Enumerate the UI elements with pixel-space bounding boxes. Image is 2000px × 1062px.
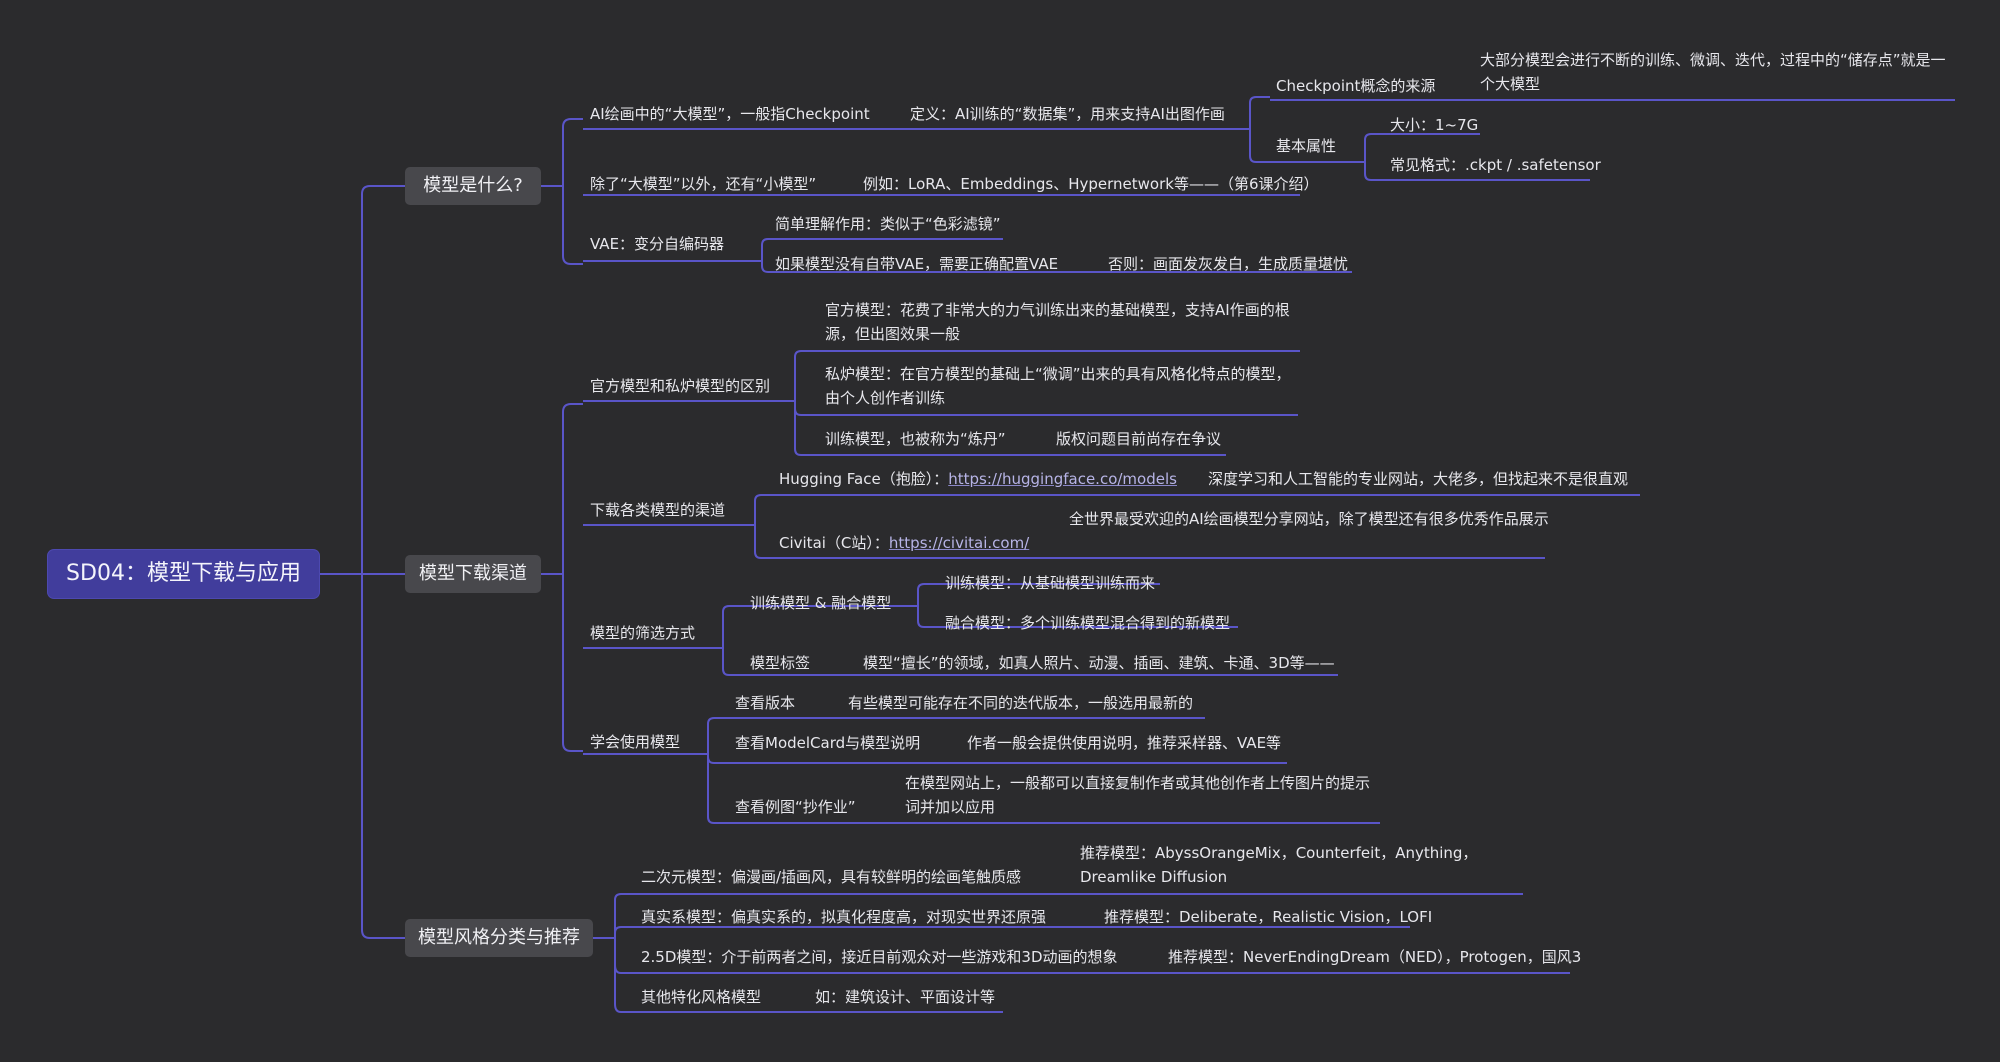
- node-vae-config[interactable]: 如果模型没有自带VAE，需要正确配置VAE: [775, 252, 1058, 276]
- node-official-model[interactable]: 官方模型：花费了非常大的力气训练出来的基础模型，支持AI作画的根源，但出图效果一…: [825, 298, 1305, 346]
- node-trained-merged[interactable]: 训练模型 & 融合模型: [750, 591, 891, 615]
- node-merged-model[interactable]: 融合模型：多个训练模型混合得到的新模型: [945, 611, 1230, 635]
- node-training-alchemy[interactable]: 训练模型，也被称为“炼丹”: [825, 427, 1006, 451]
- node-definition[interactable]: 定义：AI训练的“数据集”，用来支持AI出图作画: [910, 102, 1225, 126]
- branch-what-is-model[interactable]: 模型是什么?: [405, 167, 541, 205]
- node-trained-model[interactable]: 训练模型：从基础模型训练而来: [945, 571, 1155, 595]
- root-node[interactable]: SD04：模型下载与应用: [48, 550, 319, 598]
- node-download-channels[interactable]: 下载各类模型的渠道: [590, 498, 725, 522]
- node-other-examples[interactable]: 如：建筑设计、平面设计等: [815, 985, 995, 1009]
- node-check-examples-desc[interactable]: 在模型网站上，一般都可以直接复制作者或其他创作者上传图片的提示词并加以应用: [905, 771, 1380, 819]
- node-small-models-examples[interactable]: 例如：LoRA、Embeddings、Hypernetwork等——（第6课介绍…: [863, 172, 1319, 196]
- node-copyright[interactable]: 版权问题目前尚存在争议: [1056, 427, 1221, 451]
- node-anime-model[interactable]: 二次元模型：偏漫画/插画风，具有较鲜明的绘画笔触质感: [641, 865, 1021, 889]
- node-anime-recommend[interactable]: 推荐模型：AbyssOrangeMix，Counterfeit，Anything…: [1080, 841, 1520, 889]
- node-model-tags-desc[interactable]: 模型“擅长”的领域，如真人照片、动漫、插画、建筑、卡通、3D等——: [863, 651, 1335, 675]
- node-realistic-model[interactable]: 真实系模型：偏真实系的，拟真化程度高，对现实世界还原强: [641, 905, 1046, 929]
- node-checkpoint-origin-desc[interactable]: 大部分模型会进行不断的训练、微调、迭代，过程中的“储存点”就是一个大模型: [1480, 48, 1950, 96]
- node-size[interactable]: 大小：1~7G: [1390, 113, 1478, 137]
- node-vae-otherwise[interactable]: 否则：画面发灰发白，生成质量堪忧: [1108, 252, 1348, 276]
- huggingface-label: Hugging Face（抱脸）：: [779, 470, 949, 488]
- branch-download-channels[interactable]: 模型下载渠道: [405, 555, 541, 593]
- node-25d-recommend[interactable]: 推荐模型：NeverEndingDream（NED），Protogen，国风3: [1168, 945, 1581, 969]
- node-checkpoint-origin[interactable]: Checkpoint概念的来源: [1276, 74, 1435, 98]
- node-25d-model[interactable]: 2.5D模型：介于前两者之间，接近目前观众对一些游戏和3D动画的想象: [641, 945, 1118, 969]
- civitai-label: Civitai（C站）：: [779, 534, 889, 552]
- node-check-modelcard-desc[interactable]: 作者一般会提供使用说明，推荐采样器、VAE等: [967, 731, 1281, 755]
- node-model-filter[interactable]: 模型的筛选方式: [590, 621, 695, 645]
- node-vae[interactable]: VAE：变分自编码器: [590, 232, 724, 256]
- branch-style-recommend[interactable]: 模型风格分类与推荐: [405, 919, 593, 957]
- civitai-link[interactable]: https://civitai.com/: [889, 534, 1029, 552]
- node-private-model[interactable]: 私炉模型：在官方模型的基础上“微调”出来的具有风格化特点的模型，由个人创作者训练: [825, 362, 1303, 410]
- node-civitai-desc[interactable]: 全世界最受欢迎的AI绘画模型分享网站，除了模型还有很多优秀作品展示: [1069, 507, 1549, 531]
- node-huggingface[interactable]: Hugging Face（抱脸）：https://huggingface.co/…: [779, 467, 1177, 491]
- node-model-tags[interactable]: 模型标签: [750, 651, 810, 675]
- node-other-models[interactable]: 其他特化风格模型: [641, 985, 761, 1009]
- node-check-modelcard[interactable]: 查看ModelCard与模型说明: [735, 731, 920, 755]
- node-check-version-desc[interactable]: 有些模型可能存在不同的迭代版本，一般选用最新的: [848, 691, 1193, 715]
- node-basic-attributes[interactable]: 基本属性: [1276, 134, 1336, 158]
- node-learn-use[interactable]: 学会使用模型: [590, 730, 680, 754]
- node-civitai[interactable]: Civitai（C站）：https://civitai.com/: [779, 531, 1029, 555]
- node-checkpoint[interactable]: AI绘画中的“大模型”，一般指Checkpoint: [590, 102, 870, 126]
- node-official-vs-private[interactable]: 官方模型和私炉模型的区别: [590, 374, 770, 398]
- node-check-examples[interactable]: 查看例图“抄作业”: [735, 795, 856, 819]
- node-small-models[interactable]: 除了“大模型”以外，还有“小模型”: [590, 172, 816, 196]
- huggingface-link[interactable]: https://huggingface.co/models: [948, 470, 1177, 488]
- node-check-version[interactable]: 查看版本: [735, 691, 795, 715]
- node-realistic-recommend[interactable]: 推荐模型：Deliberate，Realistic Vision，LOFI: [1104, 905, 1432, 929]
- node-vae-effect[interactable]: 简单理解作用：类似于“色彩滤镜”: [775, 212, 1001, 236]
- node-huggingface-desc[interactable]: 深度学习和人工智能的专业网站，大佬多，但找起来不是很直观: [1208, 467, 1628, 491]
- node-format[interactable]: 常见格式：.ckpt / .safetensor: [1390, 153, 1601, 177]
